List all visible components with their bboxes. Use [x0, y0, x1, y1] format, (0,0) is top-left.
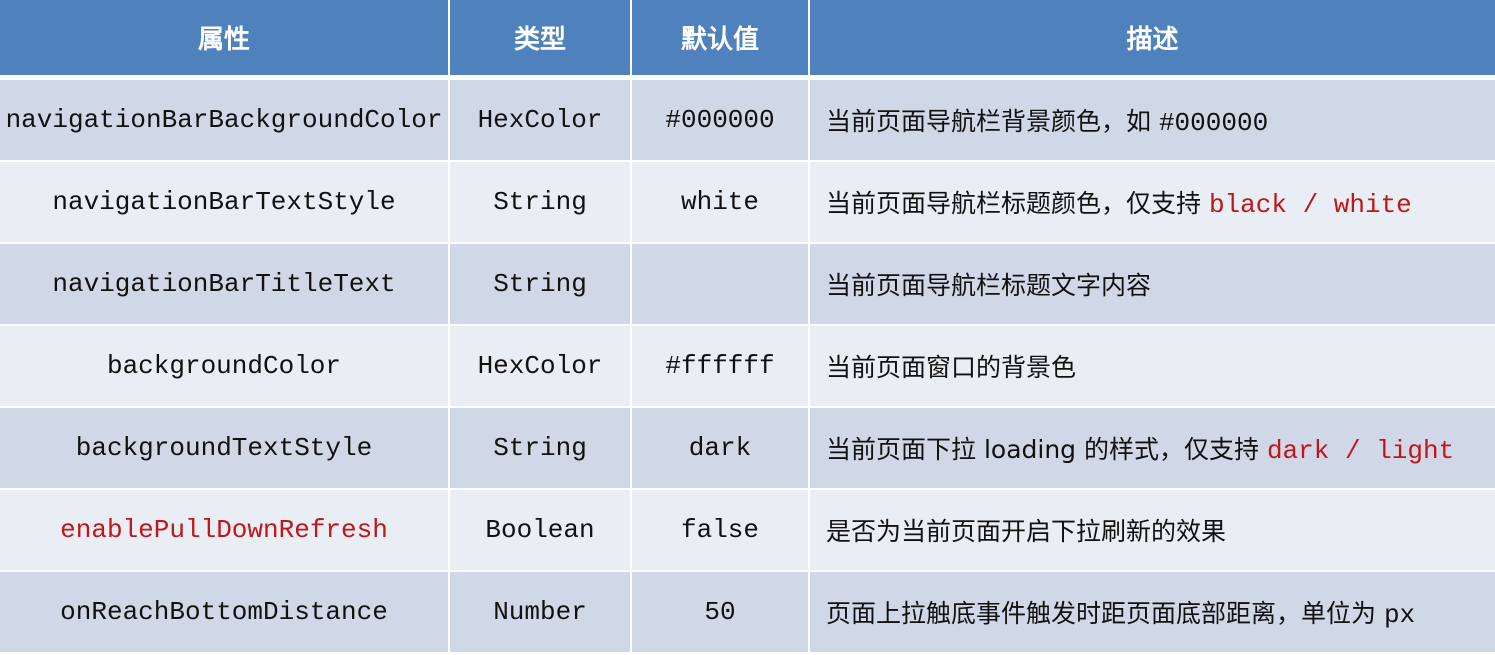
description-cell: 页面上拉触底事件触发时距页面底部距离，单位为 px — [808, 570, 1495, 654]
property-name-cell: backgroundTextStyle — [0, 406, 450, 490]
property-name-cell: navigationBarTitleText — [0, 242, 450, 326]
description-cell: 当前页面导航栏背景颜色，如 #000000 — [808, 76, 1495, 162]
table-row: enablePullDownRefresh Boolean false 是否为当前页面… — [0, 488, 1495, 572]
description-cell: 当前页面导航栏标题颜色，仅支持 black / white — [808, 160, 1495, 244]
property-name-cell: navigationBarBackgroundColor — [0, 76, 450, 162]
description-text: 页面上拉触底事件触发时距页面底部距离，单位为 — [826, 599, 1384, 628]
description-allowed-values: dark / light — [1266, 436, 1455, 466]
property-name-cell: enablePullDownRefresh — [0, 488, 450, 572]
type-cell: Number — [448, 570, 632, 654]
header-description: 描述 — [808, 0, 1495, 80]
description-cell: 是否为当前页面开启下拉刷新的效果 — [808, 488, 1495, 572]
type-cell: String — [448, 160, 632, 244]
description-code: px — [1383, 600, 1416, 630]
description-text: 当前页面窗口的背景色 — [826, 353, 1077, 382]
description-text: 是否为当前页面开启下拉刷新的效果 — [826, 517, 1227, 546]
table-row: navigationBarTitleText String 当前页面导航栏标题文字内… — [0, 242, 1495, 326]
table-row: onReachBottomDistance Number 50 页面上拉触底事件触发时… — [0, 570, 1495, 654]
default-value-cell: white — [630, 160, 810, 244]
header-row: 属性 类型 默认值 描述 — [0, 0, 1495, 80]
description-allowed-values: black / white — [1208, 190, 1412, 220]
description-text: 当前页面导航栏标题文字内容 — [826, 271, 1152, 300]
type-cell: HexColor — [448, 324, 632, 408]
property-name-cell: backgroundColor — [0, 324, 450, 408]
description-text: 当前页面导航栏标题颜色，仅支持 — [826, 189, 1209, 218]
table-row: navigationBarBackgroundColor HexColor #000… — [0, 76, 1495, 162]
property-name-cell: navigationBarTextStyle — [0, 160, 450, 244]
description-cell: 当前页面导航栏标题文字内容 — [808, 242, 1495, 326]
type-cell: String — [448, 406, 632, 490]
header-property: 属性 — [0, 0, 450, 80]
default-value-cell: #000000 — [630, 76, 810, 162]
description-cell: 当前页面窗口的背景色 — [808, 324, 1495, 408]
header-type: 类型 — [448, 0, 632, 80]
default-value-cell: dark — [630, 406, 810, 490]
description-cell: 当前页面下拉 loading 的样式，仅支持 dark / light — [808, 406, 1495, 490]
table-row: backgroundTextStyle String dark 当前页面下拉 load… — [0, 406, 1495, 490]
header-default: 默认值 — [630, 0, 810, 80]
table-row: backgroundColor HexColor #ffffff 当前页面窗口的背景色 — [0, 324, 1495, 408]
page-config-table: 属性 类型 默认值 描述 navigationBarBackgroundColo… — [0, 0, 1495, 654]
type-cell: HexColor — [448, 76, 632, 162]
type-cell: Boolean — [448, 488, 632, 572]
default-value-cell: 50 — [630, 570, 810, 654]
property-name-cell: onReachBottomDistance — [0, 570, 450, 654]
description-code: #000000 — [1158, 108, 1269, 138]
description-text: 当前页面导航栏背景颜色，如 — [826, 107, 1159, 136]
default-value-cell — [630, 242, 810, 326]
type-cell: String — [448, 242, 632, 326]
description-text: 当前页面下拉 loading 的样式，仅支持 — [826, 435, 1267, 464]
default-value-cell: #ffffff — [630, 324, 810, 408]
table-row: navigationBarTextStyle String white 当前页面导航栏… — [0, 160, 1495, 244]
default-value-cell: false — [630, 488, 810, 572]
